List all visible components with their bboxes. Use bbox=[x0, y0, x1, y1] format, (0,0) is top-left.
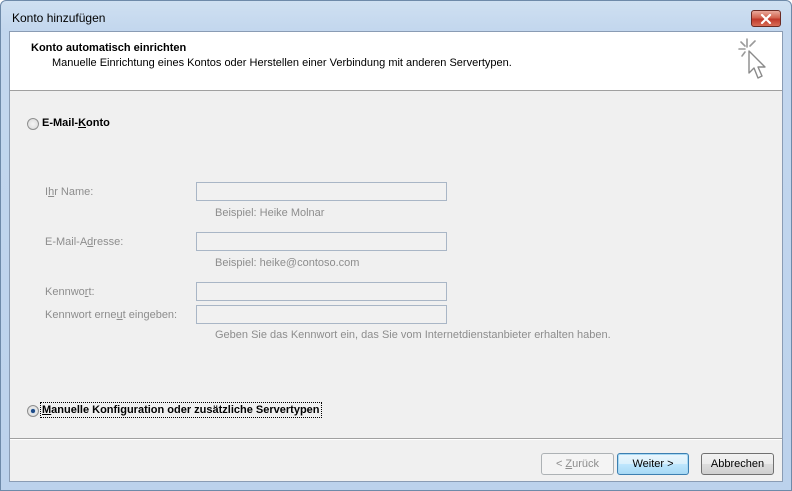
email-account-label[interactable]: E-Mail-Konto bbox=[42, 117, 110, 129]
manual-config-radio[interactable] bbox=[27, 405, 39, 417]
password-label: Kennwort: bbox=[45, 286, 95, 298]
dialog-window: Konto hinzufügen Konto automatisch einri… bbox=[0, 0, 792, 491]
dialog-client-area: Konto automatisch einrichten Manuelle Ei… bbox=[9, 31, 783, 482]
wizard-sparkle-cursor-icon bbox=[733, 35, 773, 87]
email-address-label: E-Mail-Adresse: bbox=[45, 236, 124, 248]
manual-config-label-text: Manuelle Konfiguration oder zusätzliche … bbox=[40, 402, 322, 418]
name-hint: Beispiel: Heike Molnar bbox=[215, 207, 325, 219]
password-repeat-field[interactable] bbox=[196, 305, 447, 324]
manual-config-label[interactable]: Manuelle Konfiguration oder zusätzliche … bbox=[40, 402, 322, 418]
header-title: Konto automatisch einrichten bbox=[31, 42, 187, 54]
name-label: Ihr Name: bbox=[45, 186, 94, 198]
password-repeat-label: Kennwort erneut eingeben: bbox=[45, 309, 178, 321]
radio-selected-dot bbox=[31, 409, 35, 413]
close-button[interactable] bbox=[751, 10, 781, 27]
back-button[interactable]: < Zurück bbox=[541, 453, 614, 475]
window-title: Konto hinzufügen bbox=[12, 11, 106, 25]
footer-separator-highlight bbox=[10, 439, 782, 440]
email-address-field[interactable] bbox=[196, 232, 447, 251]
title-bar[interactable]: Konto hinzufügen bbox=[1, 1, 791, 31]
cancel-button[interactable]: Abbrechen bbox=[701, 453, 774, 475]
header-subtitle: Manuelle Einrichtung eines Kontos oder H… bbox=[52, 57, 512, 69]
password-hint: Geben Sie das Kennwort ein, das Sie vom … bbox=[215, 329, 611, 341]
email-address-hint: Beispiel: heike@contoso.com bbox=[215, 257, 360, 269]
password-field[interactable] bbox=[196, 282, 447, 301]
email-account-radio[interactable] bbox=[27, 118, 39, 130]
wizard-header: Konto automatisch einrichten Manuelle Ei… bbox=[10, 32, 782, 91]
close-icon bbox=[760, 13, 772, 24]
name-field[interactable] bbox=[196, 182, 447, 201]
next-button[interactable]: Weiter > bbox=[617, 453, 689, 475]
